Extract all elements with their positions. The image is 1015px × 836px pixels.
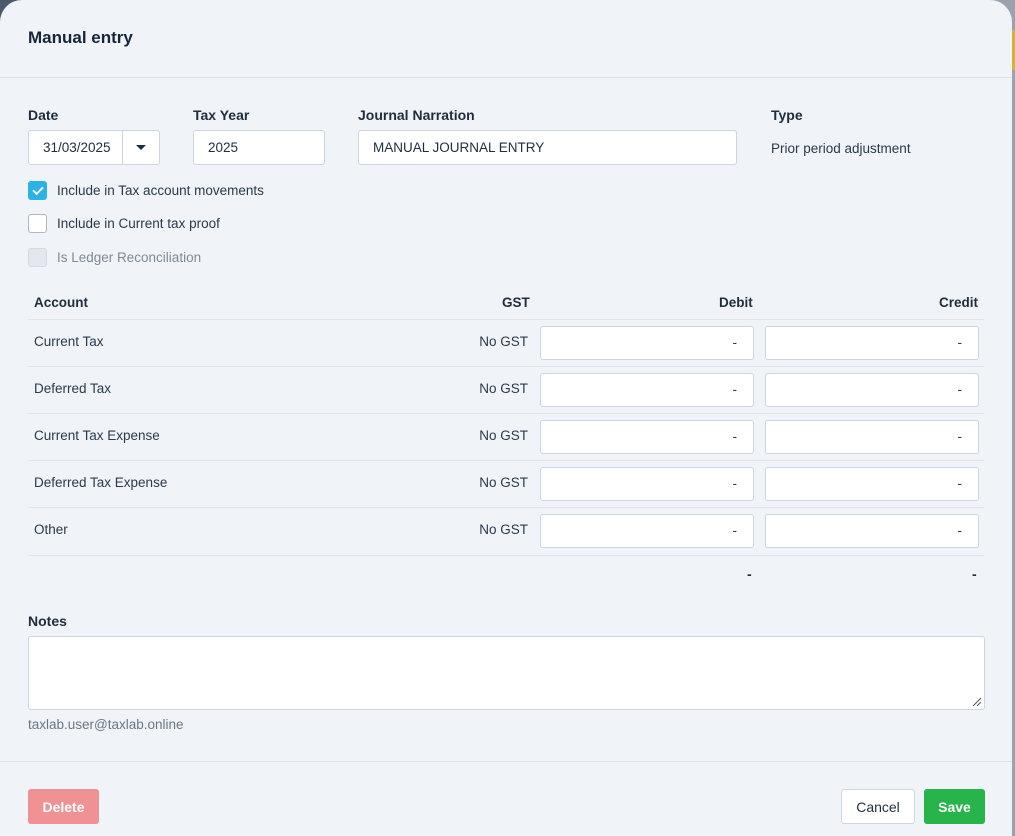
notes-textarea[interactable] (28, 636, 985, 710)
account-name: Current Tax Expense (34, 428, 160, 443)
debit-input[interactable]: - (540, 326, 754, 360)
save-button[interactable]: Save (924, 789, 985, 824)
debit-input[interactable]: - (540, 514, 754, 548)
table-divider (28, 555, 984, 556)
checkbox-ledger-reconciliation: Is Ledger Reconciliation (28, 248, 201, 267)
journal-narration-input[interactable]: MANUAL JOURNAL ENTRY (358, 130, 737, 165)
checkbox-unchecked-icon[interactable] (28, 214, 47, 233)
column-header-gst: GST (502, 295, 530, 310)
journal-narration-label: Journal Narration (358, 107, 475, 123)
checkbox-label: Include in Current tax proof (57, 216, 220, 231)
checkbox-checked-icon[interactable] (28, 181, 47, 200)
column-header-debit: Debit (719, 295, 753, 310)
gst-value: No GST (479, 475, 528, 490)
credit-input[interactable]: - (765, 420, 979, 454)
checkbox-label: Is Ledger Reconciliation (57, 250, 202, 265)
date-input[interactable]: 31/03/2025 (29, 140, 122, 155)
gst-value: No GST (479, 428, 528, 443)
tax-year-label: Tax Year (193, 107, 250, 123)
table-row: Current Tax No GST - - (28, 319, 984, 366)
table-row: Deferred Tax No GST - - (28, 366, 984, 413)
credit-total: - (972, 566, 977, 582)
gst-value: No GST (479, 522, 528, 537)
date-picker[interactable]: 31/03/2025 (28, 130, 160, 165)
type-label: Type (771, 107, 803, 123)
credit-input[interactable]: - (765, 373, 979, 407)
account-name: Deferred Tax Expense (34, 475, 168, 490)
account-name: Current Tax (34, 334, 104, 349)
checkbox-tax-account-movements[interactable]: Include in Tax account movements (28, 181, 264, 200)
column-header-account: Account (34, 295, 88, 310)
user-email: taxlab.user@taxlab.online (28, 717, 184, 732)
debit-total: - (747, 566, 752, 582)
type-value: Prior period adjustment (771, 141, 911, 156)
gst-value: No GST (479, 334, 528, 349)
manual-entry-modal: Manual entry Date Tax Year Journal Narra… (0, 0, 1012, 836)
footer-divider (0, 761, 1012, 762)
caret-down-icon (136, 145, 147, 150)
date-dropdown-button[interactable] (122, 131, 159, 164)
credit-input[interactable]: - (765, 514, 979, 548)
checkbox-label: Include in Tax account movements (57, 183, 264, 198)
tax-year-input[interactable]: 2025 (193, 130, 325, 165)
table-row: Other No GST - - (28, 507, 984, 554)
checkbox-disabled-icon (28, 248, 47, 267)
modal-header: Manual entry (0, 0, 1012, 78)
notes-label: Notes (28, 613, 67, 629)
checkbox-current-tax-proof[interactable]: Include in Current tax proof (28, 214, 220, 233)
delete-button[interactable]: Delete (28, 789, 99, 824)
credit-input[interactable]: - (765, 326, 979, 360)
debit-input[interactable]: - (540, 373, 754, 407)
table-row: Current Tax Expense No GST - - (28, 413, 984, 460)
date-label: Date (28, 107, 59, 123)
account-name: Deferred Tax (34, 381, 112, 396)
cancel-button[interactable]: Cancel (841, 789, 915, 824)
debit-input[interactable]: - (540, 467, 754, 501)
column-header-credit: Credit (939, 295, 979, 310)
account-name: Other (34, 522, 68, 537)
modal-title: Manual entry (28, 28, 133, 47)
gst-value: No GST (479, 381, 528, 396)
resize-handle-icon[interactable] (971, 696, 981, 706)
table-row: Deferred Tax Expense No GST - - (28, 460, 984, 507)
debit-input[interactable]: - (540, 420, 754, 454)
credit-input[interactable]: - (765, 467, 979, 501)
